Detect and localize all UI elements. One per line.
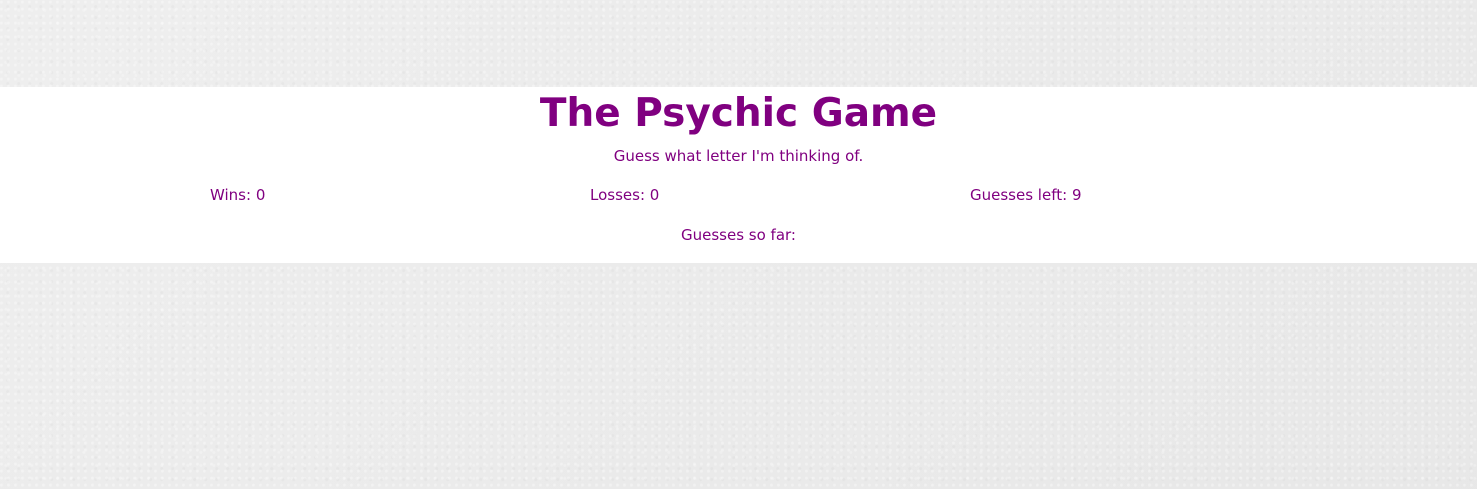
- guesses-so-far-label: Guesses so far:: [681, 226, 796, 244]
- guesses-so-far: Guesses so far:: [0, 226, 1477, 244]
- guesses-left-count: 9: [1071, 186, 1082, 204]
- losses-stat: Losses: 0: [590, 186, 659, 204]
- wins-count: 0: [255, 186, 266, 204]
- wins-label: Wins:: [210, 186, 252, 204]
- stats-row: Wins: 0 Losses: 0 Guesses left: 9: [0, 186, 1477, 206]
- game-instructions: Guess what letter I'm thinking of.: [613, 147, 864, 165]
- wins-stat: Wins: 0: [210, 186, 265, 204]
- guesses-left-stat: Guesses left: 9: [970, 186, 1081, 204]
- game-panel: The Psychic Game Guess what letter I'm t…: [0, 87, 1477, 263]
- guesses-left-label: Guesses left:: [970, 186, 1068, 204]
- losses-count: 0: [649, 186, 660, 204]
- game-title: The Psychic Game: [539, 91, 938, 136]
- losses-label: Losses:: [590, 186, 645, 204]
